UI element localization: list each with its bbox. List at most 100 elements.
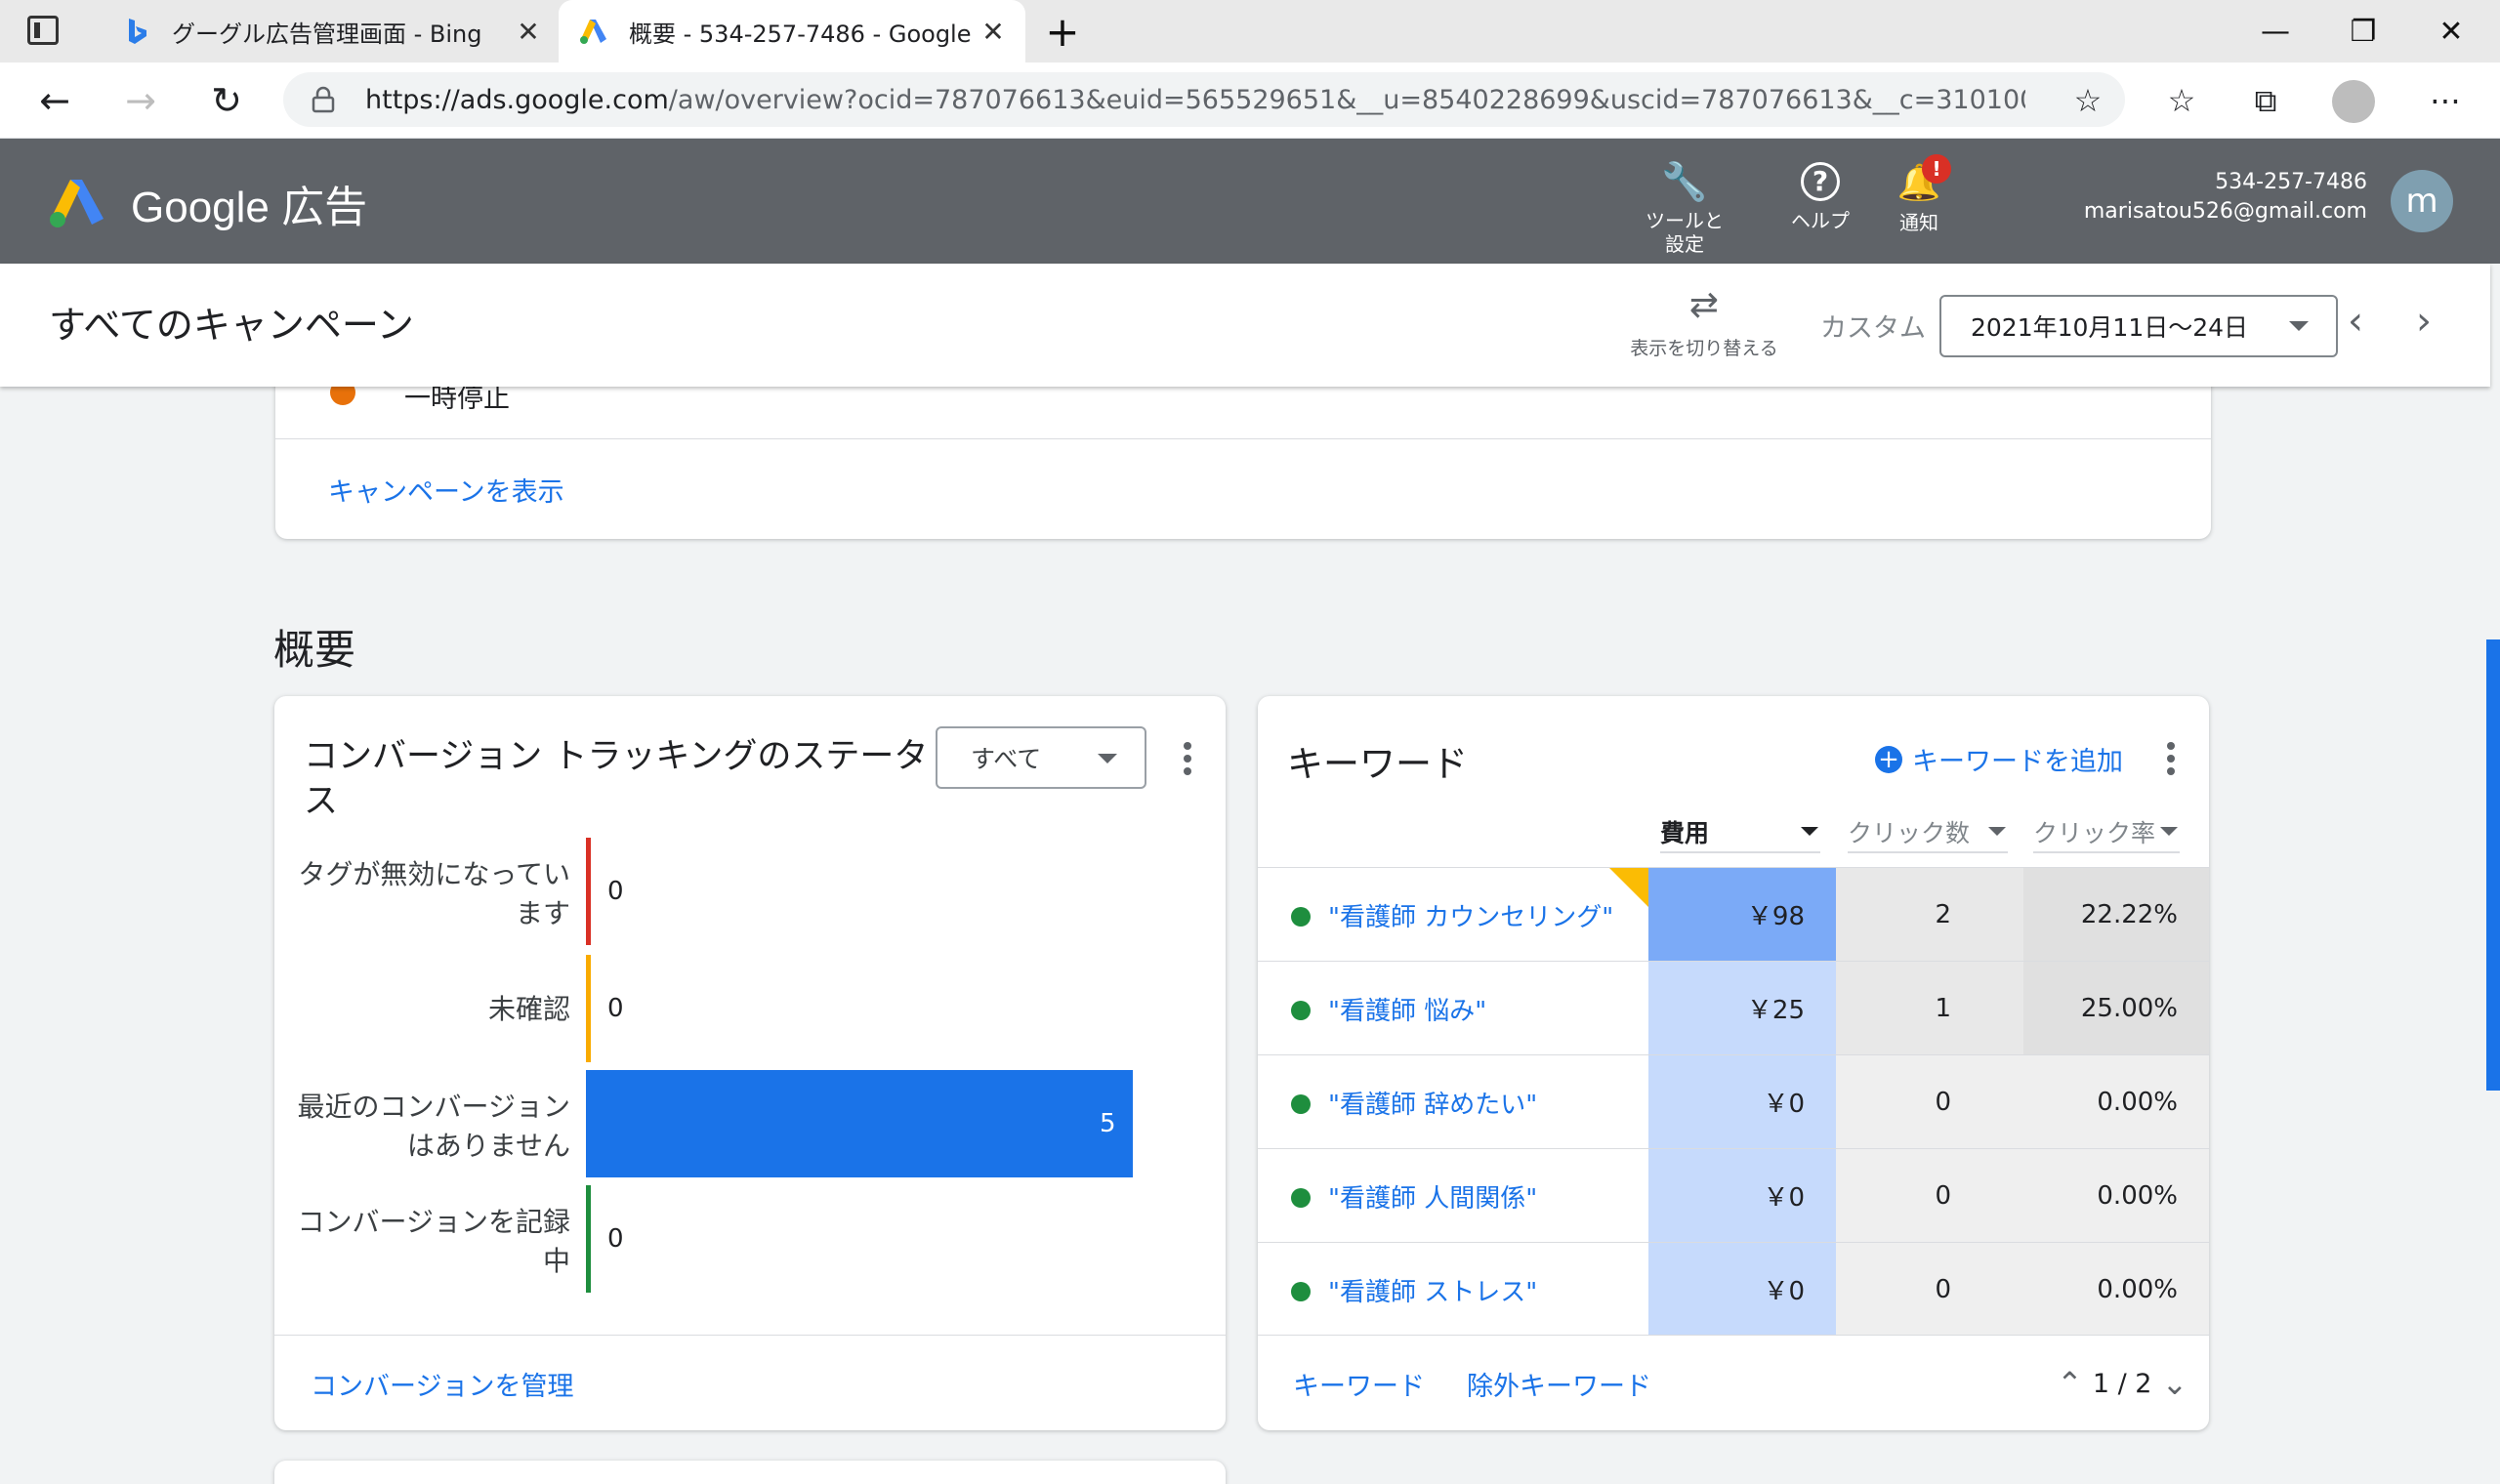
avatar[interactable]: m: [2391, 170, 2453, 232]
page-title: すべてのキャンペーン: [49, 304, 414, 347]
conversion-status-value: 0: [607, 877, 624, 906]
cost-cell: ￥0: [1648, 1243, 1836, 1336]
divider: [275, 438, 2211, 439]
tools-label: ツールと設定: [1646, 209, 1724, 256]
add-keyword-label: キーワードを追加: [1912, 747, 2123, 777]
favorites-icon[interactable]: ☆: [2152, 62, 2211, 139]
table-row[interactable]: "看護師 悩み" ￥25 1 25.00%: [1258, 961, 2209, 1054]
divider: [274, 1335, 1226, 1336]
close-tab-icon[interactable]: ✕: [514, 16, 543, 48]
close-window-button[interactable]: ✕: [2412, 0, 2490, 62]
chevron-down-icon: [2160, 827, 2178, 836]
ctr-cell: 25.00%: [2023, 962, 2209, 1054]
conversion-status-value: 0: [607, 994, 624, 1023]
manage-conversions-link[interactable]: コンバージョンを管理: [311, 1365, 573, 1403]
help-label: ヘルプ: [1791, 209, 1850, 232]
conversion-card-title: コンバージョン トラッキングのステータス: [304, 737, 929, 821]
previous-period-icon[interactable]: ‹: [2348, 299, 2363, 344]
date-custom-label: カスタム: [1820, 313, 1926, 344]
overview-section-title: 概要: [273, 626, 356, 674]
conversion-filter-select[interactable]: すべて: [936, 726, 1146, 789]
cost-cell: ￥0: [1648, 1055, 1836, 1148]
ctr-cell: 0.00%: [2023, 1243, 2209, 1336]
keyword-link[interactable]: "看護師 カウンセリング": [1328, 897, 1613, 933]
tab-actions-icon[interactable]: [27, 16, 59, 45]
cost-cell: ￥98: [1648, 868, 1836, 961]
add-keyword-button[interactable]: + キーワードを追加: [1875, 740, 2123, 778]
keyword-link[interactable]: "看護師 人間関係": [1328, 1178, 1537, 1215]
conversion-status-value: 0: [607, 1224, 624, 1254]
forward-icon[interactable]: →: [111, 62, 170, 139]
conversion-status-bar[interactable]: [586, 838, 591, 945]
restore-button[interactable]: ❐: [2324, 0, 2402, 62]
wrench-icon: 🔧: [1661, 160, 1708, 203]
tab-bing[interactable]: グーグル広告管理画面 - Bing ✕: [102, 0, 561, 62]
table-row[interactable]: "看護師 人間関係" ￥0 0 0.00%: [1258, 1148, 2209, 1242]
conversion-status-label: コンバージョンを記録中: [297, 1206, 570, 1277]
switch-view-button[interactable]: ⇄ 表示を切り替える: [1621, 285, 1787, 360]
table-row[interactable]: "看護師 カウンセリング" ￥98 2 22.22%: [1258, 867, 2209, 961]
conversion-status-bar[interactable]: [586, 955, 591, 1062]
clicks-cell: 2: [1836, 868, 2023, 961]
tab-title: グーグル広告管理画面 - Bing: [172, 20, 482, 48]
notifications-label: 通知: [1899, 211, 1938, 234]
lock-icon: [312, 86, 335, 113]
chevron-down-icon: [1988, 827, 2006, 836]
conversion-status-bar[interactable]: [586, 1185, 591, 1293]
chevron-down-icon[interactable]: ⌄: [2161, 1365, 2188, 1402]
collections-icon[interactable]: ⧉: [2236, 62, 2295, 139]
google-ads-logo[interactable]: [47, 176, 107, 228]
status-enabled-icon: [1291, 1094, 1311, 1114]
negative-keywords-link[interactable]: 除外キーワード: [1467, 1365, 1651, 1403]
close-tab-icon[interactable]: ✕: [979, 16, 1008, 48]
cost-cell: ￥25: [1648, 962, 1836, 1054]
sort-down-icon: [1801, 827, 1818, 836]
column-header-cost[interactable]: 費用: [1660, 814, 1820, 853]
tools-settings-button[interactable]: 🔧 ツールと設定: [1641, 162, 1729, 256]
keywords-card-menu-icon[interactable]: [2166, 742, 2176, 780]
page-indicator: 1 / 2: [2092, 1368, 2152, 1399]
more-menu-icon[interactable]: ⋯: [2416, 62, 2475, 139]
url-path: /aw/overview?ocid=787076613&euid=5655296…: [668, 84, 2025, 115]
date-range-picker[interactable]: 2021年10月11日～24日: [1939, 295, 2338, 357]
url-text: https://ads.google.com/aw/overview?ocid=…: [365, 85, 2025, 115]
column-header-clicks[interactable]: クリック数: [1848, 814, 2008, 853]
google-ads-icon: [580, 20, 606, 44]
chevron-up-icon[interactable]: ⌃: [2057, 1365, 2083, 1402]
date-range-value: 2021年10月11日～24日: [1971, 313, 2249, 342]
conversion-card-menu-icon[interactable]: [1183, 742, 1192, 780]
table-row[interactable]: "看護師 ストレス" ￥0 0 0.00%: [1258, 1242, 2209, 1336]
notification-badge: !: [1922, 154, 1951, 184]
pager: ⌃ 1 / 2 ⌄: [2057, 1365, 2188, 1402]
tab-google-ads[interactable]: 概要 - 534-257-7486 - Google 広告 ✕: [559, 0, 1025, 62]
cost-cell: ￥0: [1648, 1149, 1836, 1242]
keyword-link[interactable]: "看護師 悩み": [1328, 991, 1486, 1027]
reload-icon[interactable]: ↻: [197, 62, 256, 139]
conversion-status-bar[interactable]: [586, 1070, 1133, 1177]
keyword-link[interactable]: "看護師 ストレス": [1328, 1272, 1537, 1308]
conversion-status-label: 最近のコンバージョンはありません: [297, 1091, 570, 1162]
conversion-status-label: タグが無効になっています: [298, 858, 570, 929]
view-campaigns-link[interactable]: キャンペーンを表示: [328, 471, 564, 509]
switch-view-label: 表示を切り替える: [1630, 338, 1778, 359]
column-header-ctr[interactable]: クリック率: [2033, 814, 2180, 853]
back-icon[interactable]: ←: [25, 62, 84, 139]
new-tab-button[interactable]: +: [1023, 0, 1102, 62]
conversion-status-label: 未確認: [487, 993, 570, 1025]
scrollbar-thumb[interactable]: [2486, 639, 2500, 1091]
conversion-filter-value: すべて: [971, 745, 1042, 773]
minimize-button[interactable]: —: [2236, 0, 2314, 62]
account-id: 534-257-7486: [2215, 170, 2367, 194]
table-row[interactable]: "看護師 辞めたい" ￥0 0 0.00%: [1258, 1054, 2209, 1148]
chevron-down-icon: [1098, 754, 1117, 763]
help-button[interactable]: ? ヘルプ: [1777, 162, 1863, 232]
url-field[interactable]: https://ads.google.com/aw/overview?ocid=…: [283, 72, 2125, 127]
profile-icon[interactable]: [2332, 80, 2375, 123]
keywords-card-title: キーワード: [1287, 743, 1468, 785]
keyword-link[interactable]: "看護師 辞めたい": [1328, 1085, 1537, 1121]
next-period-icon[interactable]: ›: [2416, 299, 2432, 344]
notifications-button[interactable]: 🔔 ! 通知: [1883, 154, 1955, 234]
add-favorite-icon[interactable]: ☆: [2059, 62, 2117, 139]
keywords-tab-link[interactable]: キーワード: [1293, 1365, 1425, 1403]
ads-brand-title: Google 広告: [131, 184, 368, 231]
